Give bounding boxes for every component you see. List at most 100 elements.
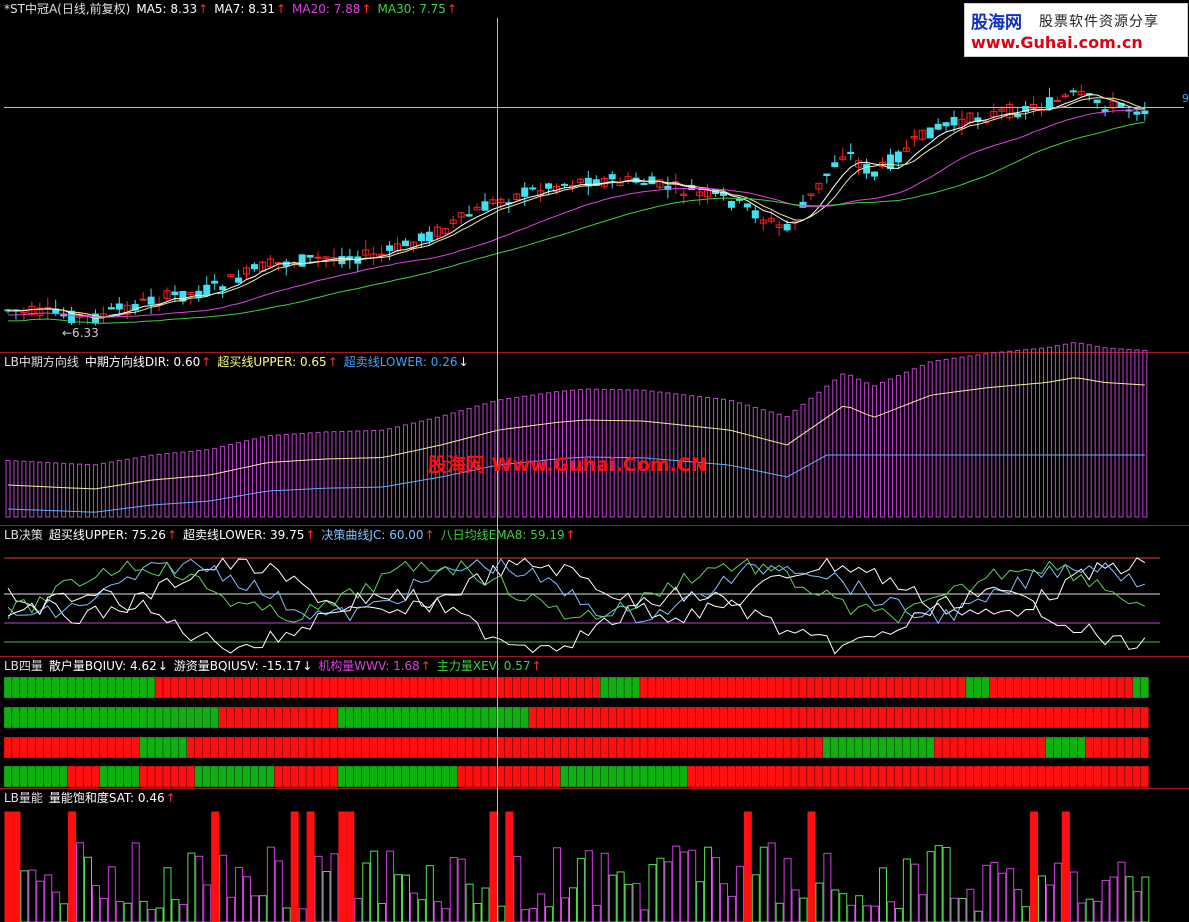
volume-block: [711, 765, 720, 788]
volume-block: [83, 736, 92, 759]
volume-block: [655, 706, 665, 729]
volume-block: [369, 676, 378, 699]
volume-block: [846, 765, 855, 788]
volume-block: [1077, 706, 1086, 729]
volume-block: [83, 706, 92, 729]
volume-block: [1037, 706, 1046, 729]
volume-block: [305, 676, 315, 699]
volume-block: [170, 765, 180, 788]
volume-block: [210, 706, 219, 729]
dir-bar: [1023, 349, 1029, 518]
volume-block: [242, 736, 251, 759]
volume-block: [568, 765, 577, 788]
volume-block: [1021, 765, 1030, 788]
volume-block: [433, 706, 442, 729]
energy-bar: [847, 904, 856, 922]
volume-block: [560, 765, 569, 788]
volume-block: [743, 736, 752, 759]
volume-block: [496, 765, 505, 788]
volume-block: [162, 706, 172, 729]
volume-block: [282, 765, 291, 788]
dir-bar: [291, 433, 297, 518]
energy-bar: [592, 904, 601, 922]
volume-block: [1021, 706, 1030, 729]
dir-bar: [967, 355, 973, 518]
volume-block: [123, 676, 132, 699]
dir-bar: [228, 444, 234, 518]
candle-body: [378, 253, 386, 256]
energy-bar: [799, 897, 808, 922]
volume-block: [727, 676, 736, 699]
volume-block: [838, 765, 847, 788]
dir-bar: [983, 353, 989, 518]
volume-block: [1140, 736, 1149, 759]
legend-item: MA30: 7.75: [378, 2, 457, 16]
volume-block: [830, 765, 839, 788]
volume-block: [592, 736, 601, 759]
candle-body: [481, 201, 489, 211]
crosshair-horizontal: [4, 107, 1184, 108]
energy-bar: [28, 869, 37, 922]
volume-block: [584, 676, 593, 699]
volume-block: [19, 736, 28, 759]
energy-bar: [497, 905, 506, 922]
volume-block: [941, 676, 951, 699]
volume-block: [170, 706, 180, 729]
volume-block: [138, 706, 148, 729]
volume-block: [878, 765, 887, 788]
legend-item: 量能饱和度SAT: 0.46: [49, 791, 176, 805]
volume-block: [321, 736, 331, 759]
volume-block: [544, 765, 553, 788]
volume-block: [1013, 765, 1022, 788]
legend-item: *ST中冠A(日线,前复权): [4, 2, 131, 16]
energy-bar: [60, 903, 69, 922]
volume-block: [472, 706, 482, 729]
volume-block: [154, 765, 164, 788]
volume-block: [568, 706, 577, 729]
volume-block: [75, 676, 84, 699]
volume-block: [647, 765, 657, 788]
volume-block: [941, 765, 951, 788]
energy-bar: [839, 893, 848, 922]
volume-block: [1116, 676, 1126, 699]
energy-bar: [394, 874, 403, 922]
dir-bar: [1142, 350, 1148, 518]
volume-block: [472, 765, 482, 788]
volume-block: [981, 706, 990, 729]
volume-block: [767, 676, 776, 699]
energy-bar: [386, 850, 395, 922]
volume-block: [1013, 706, 1022, 729]
volume-block: [274, 676, 283, 699]
dir-bar: [45, 462, 51, 518]
legend-item: LB中期方向线: [4, 355, 79, 369]
volume-block: [488, 706, 498, 729]
volume-block: [441, 706, 450, 729]
dir-bar: [840, 373, 846, 518]
energy-bar: [441, 908, 450, 922]
volume-block: [957, 765, 967, 788]
energy-bar: [576, 858, 585, 922]
energy-bar: [879, 867, 887, 922]
volume-block: [146, 706, 156, 729]
volume-block: [608, 765, 617, 788]
volume-block: [560, 706, 569, 729]
volume-block: [965, 765, 975, 788]
volume-block: [226, 765, 235, 788]
energy-bar: [974, 910, 983, 922]
candle-body: [171, 291, 179, 296]
volume-block: [131, 736, 140, 759]
volume-block: [464, 676, 474, 699]
dir-bar: [180, 451, 186, 518]
volume-block: [584, 765, 593, 788]
volume-block: [345, 676, 354, 699]
volume-block: [862, 736, 871, 759]
volume-block: [35, 736, 44, 759]
volume-block: [329, 706, 339, 729]
volume-block: [687, 765, 696, 788]
energy-bar: [99, 898, 108, 922]
energy-bar: [656, 857, 665, 922]
volume-block: [1116, 765, 1126, 788]
candle-body: [1069, 90, 1077, 93]
volume-block: [162, 765, 172, 788]
volume-block: [210, 765, 219, 788]
